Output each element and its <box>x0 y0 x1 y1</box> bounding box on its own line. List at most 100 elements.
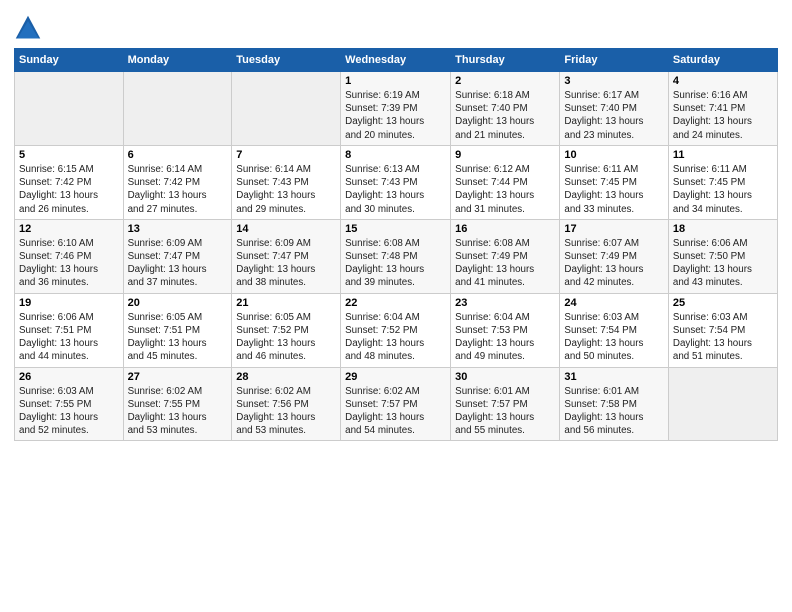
day-number: 21 <box>236 297 336 309</box>
day-info: Sunrise: 6:07 AM Sunset: 7:49 PM Dayligh… <box>564 238 643 289</box>
day-info: Sunrise: 6:04 AM Sunset: 7:53 PM Dayligh… <box>455 312 534 363</box>
day-number: 4 <box>673 75 773 87</box>
day-info: Sunrise: 6:05 AM Sunset: 7:52 PM Dayligh… <box>236 312 315 363</box>
logo <box>14 14 46 42</box>
day-header-tuesday: Tuesday <box>232 49 341 72</box>
calendar-cell: 10 Sunrise: 6:11 AM Sunset: 7:45 PM Dayli… <box>560 145 668 219</box>
day-header-wednesday: Wednesday <box>341 49 451 72</box>
day-number: 22 <box>345 297 446 309</box>
calendar-cell: 6 Sunrise: 6:14 AM Sunset: 7:42 PM Daylig… <box>123 145 232 219</box>
day-number: 12 <box>19 223 119 235</box>
day-info: Sunrise: 6:06 AM Sunset: 7:51 PM Dayligh… <box>19 312 98 363</box>
day-info: Sunrise: 6:11 AM Sunset: 7:45 PM Dayligh… <box>564 164 643 215</box>
day-header-thursday: Thursday <box>451 49 560 72</box>
calendar-cell: 8Sunrise: 6:13 AM Sunset: 7:43 PM Daylig… <box>341 145 451 219</box>
calendar-cell: 7Sunrise: 6:14 AM Sunset: 7:43 PM Daylig… <box>232 145 341 219</box>
calendar-cell: 5Sunrise: 6:15 AM Sunset: 7:42 PM Daylig… <box>15 145 124 219</box>
day-number: 1 <box>345 75 446 87</box>
day-number: 18 <box>673 223 773 235</box>
calendar-cell: 9 Sunrise: 6:12 AM Sunset: 7:44 PM Daylig… <box>451 145 560 219</box>
day-number: 13 <box>128 223 228 235</box>
day-info: Sunrise: 6:17 AM Sunset: 7:40 PM Dayligh… <box>564 90 643 141</box>
day-info: Sunrise: 6:08 AM Sunset: 7:49 PM Dayligh… <box>455 238 534 289</box>
day-header-friday: Friday <box>560 49 668 72</box>
calendar-cell: 18 Sunrise: 6:06 AM Sunset: 7:50 PM Dayli… <box>668 219 777 293</box>
calendar-cell: 23Sunrise: 6:04 AM Sunset: 7:53 PM Dayli… <box>451 293 560 367</box>
day-info: Sunrise: 6:15 AM Sunset: 7:42 PM Dayligh… <box>19 164 98 215</box>
calendar-cell: 14Sunrise: 6:09 AM Sunset: 7:47 PM Dayli… <box>232 219 341 293</box>
calendar-cell: 15 Sunrise: 6:08 AM Sunset: 7:48 PM Dayli… <box>341 219 451 293</box>
day-info: Sunrise: 6:19 AM Sunset: 7:39 PM Dayligh… <box>345 90 424 141</box>
calendar-cell: 31 Sunrise: 6:01 AM Sunset: 7:58 PM Dayli… <box>560 367 668 441</box>
day-number: 28 <box>236 371 336 383</box>
day-info: Sunrise: 6:05 AM Sunset: 7:51 PM Dayligh… <box>128 312 207 363</box>
day-number: 2 <box>455 75 555 87</box>
week-row-3: 12 Sunrise: 6:10 AM Sunset: 7:46 PM Dayli… <box>15 219 778 293</box>
day-info: Sunrise: 6:11 AM Sunset: 7:45 PM Dayligh… <box>673 164 752 215</box>
day-number: 9 <box>455 149 555 161</box>
week-row-4: 19 Sunrise: 6:06 AM Sunset: 7:51 PM Dayli… <box>15 293 778 367</box>
day-info: Sunrise: 6:03 AM Sunset: 7:54 PM Dayligh… <box>564 312 643 363</box>
week-row-5: 26 Sunrise: 6:03 AM Sunset: 7:55 PM Dayli… <box>15 367 778 441</box>
calendar-cell: 28Sunrise: 6:02 AM Sunset: 7:56 PM Dayli… <box>232 367 341 441</box>
header-row: SundayMondayTuesdayWednesdayThursdayFrid… <box>15 49 778 72</box>
calendar-cell: 25 Sunrise: 6:03 AM Sunset: 7:54 PM Dayli… <box>668 293 777 367</box>
calendar-cell: 20 Sunrise: 6:05 AM Sunset: 7:51 PM Dayli… <box>123 293 232 367</box>
day-number: 30 <box>455 371 555 383</box>
calendar-cell: 30 Sunrise: 6:01 AM Sunset: 7:57 PM Dayli… <box>451 367 560 441</box>
day-info: Sunrise: 6:18 AM Sunset: 7:40 PM Dayligh… <box>455 90 534 141</box>
day-info: Sunrise: 6:08 AM Sunset: 7:48 PM Dayligh… <box>345 238 424 289</box>
day-number: 25 <box>673 297 773 309</box>
day-number: 27 <box>128 371 228 383</box>
header <box>14 10 778 42</box>
day-number: 11 <box>673 149 773 161</box>
day-header-sunday: Sunday <box>15 49 124 72</box>
calendar-cell: 4 Sunrise: 6:16 AM Sunset: 7:41 PM Daylig… <box>668 72 777 146</box>
day-info: Sunrise: 6:14 AM Sunset: 7:42 PM Dayligh… <box>128 164 207 215</box>
day-number: 29 <box>345 371 446 383</box>
calendar-cell: 27 Sunrise: 6:02 AM Sunset: 7:55 PM Dayli… <box>123 367 232 441</box>
day-number: 15 <box>345 223 446 235</box>
day-number: 26 <box>19 371 119 383</box>
day-info: Sunrise: 6:04 AM Sunset: 7:52 PM Dayligh… <box>345 312 424 363</box>
day-info: Sunrise: 6:14 AM Sunset: 7:43 PM Dayligh… <box>236 164 315 215</box>
day-info: Sunrise: 6:09 AM Sunset: 7:47 PM Dayligh… <box>128 238 207 289</box>
calendar-table: SundayMondayTuesdayWednesdayThursdayFrid… <box>14 48 778 441</box>
week-row-1: 1 Sunrise: 6:19 AM Sunset: 7:39 PM Daylig… <box>15 72 778 146</box>
day-info: Sunrise: 6:13 AM Sunset: 7:43 PM Dayligh… <box>345 164 424 215</box>
calendar-cell: 3Sunrise: 6:17 AM Sunset: 7:40 PM Daylig… <box>560 72 668 146</box>
day-number: 20 <box>128 297 228 309</box>
logo-icon <box>14 14 42 42</box>
day-number: 6 <box>128 149 228 161</box>
day-info: Sunrise: 6:03 AM Sunset: 7:54 PM Dayligh… <box>673 312 752 363</box>
calendar-cell: 22 Sunrise: 6:04 AM Sunset: 7:52 PM Dayli… <box>341 293 451 367</box>
day-info: Sunrise: 6:01 AM Sunset: 7:57 PM Dayligh… <box>455 386 534 437</box>
day-info: Sunrise: 6:03 AM Sunset: 7:55 PM Dayligh… <box>19 386 98 437</box>
day-number: 10 <box>564 149 663 161</box>
calendar-cell: 11 Sunrise: 6:11 AM Sunset: 7:45 PM Dayli… <box>668 145 777 219</box>
calendar-cell: 24Sunrise: 6:03 AM Sunset: 7:54 PM Dayli… <box>560 293 668 367</box>
day-info: Sunrise: 6:02 AM Sunset: 7:55 PM Dayligh… <box>128 386 207 437</box>
day-number: 31 <box>564 371 663 383</box>
day-info: Sunrise: 6:10 AM Sunset: 7:46 PM Dayligh… <box>19 238 98 289</box>
calendar-cell <box>15 72 124 146</box>
calendar-cell <box>232 72 341 146</box>
calendar-cell: 16Sunrise: 6:08 AM Sunset: 7:49 PM Dayli… <box>451 219 560 293</box>
day-info: Sunrise: 6:12 AM Sunset: 7:44 PM Dayligh… <box>455 164 534 215</box>
week-row-2: 5Sunrise: 6:15 AM Sunset: 7:42 PM Daylig… <box>15 145 778 219</box>
page: SundayMondayTuesdayWednesdayThursdayFrid… <box>0 0 792 612</box>
day-info: Sunrise: 6:16 AM Sunset: 7:41 PM Dayligh… <box>673 90 752 141</box>
calendar-cell: 26 Sunrise: 6:03 AM Sunset: 7:55 PM Dayli… <box>15 367 124 441</box>
calendar-cell: 13 Sunrise: 6:09 AM Sunset: 7:47 PM Dayli… <box>123 219 232 293</box>
day-header-saturday: Saturday <box>668 49 777 72</box>
calendar-cell: 2 Sunrise: 6:18 AM Sunset: 7:40 PM Daylig… <box>451 72 560 146</box>
day-number: 19 <box>19 297 119 309</box>
calendar-cell: 1 Sunrise: 6:19 AM Sunset: 7:39 PM Daylig… <box>341 72 451 146</box>
day-info: Sunrise: 6:01 AM Sunset: 7:58 PM Dayligh… <box>564 386 643 437</box>
calendar-cell: 21 Sunrise: 6:05 AM Sunset: 7:52 PM Dayli… <box>232 293 341 367</box>
calendar-cell <box>668 367 777 441</box>
calendar-cell: 19 Sunrise: 6:06 AM Sunset: 7:51 PM Dayli… <box>15 293 124 367</box>
day-info: Sunrise: 6:06 AM Sunset: 7:50 PM Dayligh… <box>673 238 752 289</box>
day-info: Sunrise: 6:09 AM Sunset: 7:47 PM Dayligh… <box>236 238 315 289</box>
calendar-cell: 12 Sunrise: 6:10 AM Sunset: 7:46 PM Dayli… <box>15 219 124 293</box>
